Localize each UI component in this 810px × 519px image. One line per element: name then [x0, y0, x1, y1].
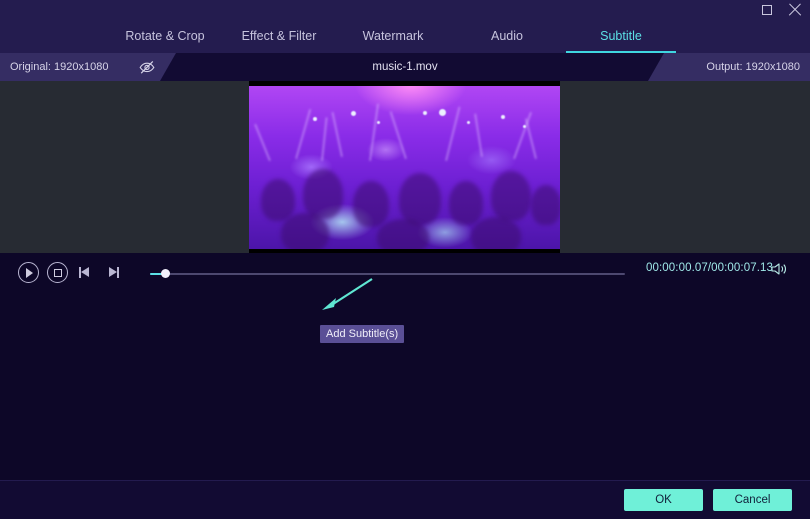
original-resolution-label: Original: 1920x1080: [10, 61, 109, 73]
timecode-label: 00:00:00.07/00:00:07.13: [646, 262, 773, 274]
window-controls: [760, 0, 802, 19]
play-icon[interactable]: [18, 262, 39, 283]
skip-previous-icon[interactable]: [76, 262, 95, 283]
skip-next-icon[interactable]: [103, 262, 122, 283]
tab-rotate-crop[interactable]: Rotate & Crop: [108, 19, 222, 53]
subtitle-settings-panel: Subtitle: summer wonder.srt Font: Tahoma…: [0, 290, 810, 480]
video-frame[interactable]: [249, 81, 560, 253]
seek-slider-handle[interactable]: [161, 268, 170, 278]
maximize-icon[interactable]: [760, 3, 774, 17]
output-resolution-label: Output: 1920x1080: [706, 61, 800, 73]
tab-watermark[interactable]: Watermark: [336, 19, 450, 53]
cancel-button[interactable]: Cancel: [713, 489, 792, 511]
editor-tabs: Rotate & Crop Effect & Filter Watermark …: [0, 19, 810, 53]
title-bar: [0, 0, 810, 19]
output-resolution-chip: Output: 1920x1080: [648, 53, 810, 81]
subtitle-editor-window: Rotate & Crop Effect & Filter Watermark …: [0, 0, 810, 519]
video-frame-image: [249, 81, 560, 253]
media-info-banner: Original: 1920x1080 music-1.mov Output: …: [0, 53, 810, 81]
ok-button[interactable]: OK: [624, 489, 703, 511]
volume-icon[interactable]: [770, 262, 788, 276]
eye-slash-icon[interactable]: [138, 59, 156, 75]
seek-slider[interactable]: [150, 268, 625, 278]
video-preview-area: [0, 81, 810, 253]
tab-subtitle[interactable]: Subtitle: [564, 19, 678, 53]
close-icon[interactable]: [788, 3, 802, 17]
dialog-footer: OK Cancel: [0, 480, 810, 519]
add-subtitle-tooltip: Add Subtitle(s): [320, 325, 405, 343]
stop-icon[interactable]: [47, 262, 68, 283]
tab-audio[interactable]: Audio: [450, 19, 564, 53]
tab-effect-filter[interactable]: Effect & Filter: [222, 19, 336, 53]
